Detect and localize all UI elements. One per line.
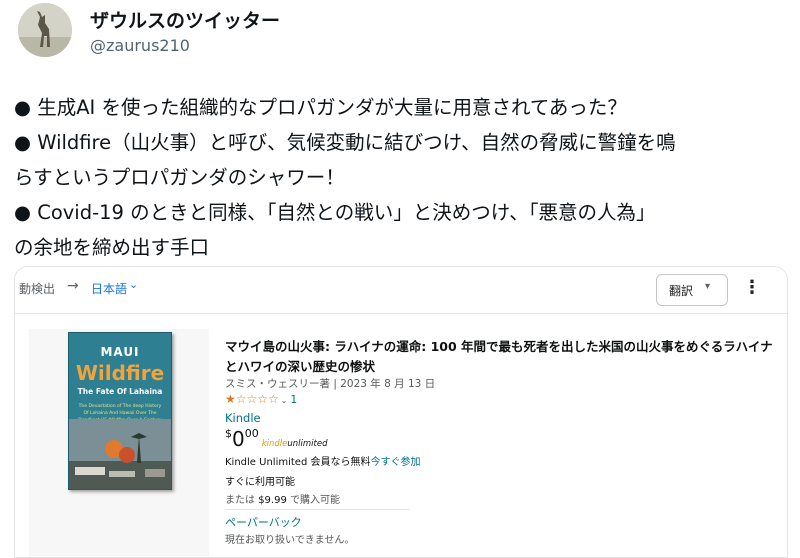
avatar[interactable] (18, 3, 72, 57)
join-now-link[interactable]: 今すぐ参加 (370, 457, 420, 468)
cover-top-text: MAUI (100, 345, 140, 359)
product-image-panel[interactable]: MAUI Wildfire The Fate Of Lahaina The De… (29, 329, 209, 557)
tweet-line: ● Covid-19 のときと同様、「自然との戦い」と決めつけ、「悪意の人為」 (14, 201, 656, 224)
tweet-line: の余地を締め出す手口 (14, 236, 210, 259)
deer-avatar-image (18, 3, 72, 57)
divider (225, 509, 410, 510)
format-link-paperback[interactable]: ペーパーバック (225, 514, 302, 530)
availability: すぐに利用可能 (225, 477, 295, 488)
paperback-status: 現在お取り扱いできません。 (225, 535, 355, 546)
translate-button[interactable]: 翻訳 ▾ (656, 274, 728, 306)
format-link-kindle[interactable]: Kindle (225, 411, 261, 425)
price-symbol: $ (225, 427, 232, 440)
chevron-down-icon[interactable]: ⌄ (129, 278, 138, 291)
display-name[interactable]: ザウルスのツイッター (90, 6, 280, 33)
kindle-unlimited-offer: Kindle Unlimited 会員なら無料今すぐ参加 (225, 453, 420, 468)
alt-purchase: または $9.99 で購入可能 (225, 495, 341, 506)
rating-count[interactable]: 1 (291, 394, 298, 406)
star-rating[interactable]: ★☆☆☆☆ ⌄ 1 (225, 392, 297, 406)
book-cover[interactable]: MAUI Wildfire The Fate Of Lahaina The De… (68, 332, 172, 490)
tweet-line: ● 生成AI を使った組織的なプロパガンダが大量に用意されてあった？ (14, 96, 627, 119)
kindle-unlimited-logo: kindleunlimited (261, 439, 328, 449)
user-handle[interactable]: @zaurus210 (90, 36, 190, 55)
alt-price-amount[interactable]: $9.99 (258, 495, 287, 506)
detect-language-label[interactable]: 動検出 (19, 280, 55, 297)
more-vert-icon[interactable]: ⋮ (743, 277, 761, 298)
target-language-select[interactable]: 日本語 (91, 280, 127, 297)
price-fraction: 00 (244, 427, 259, 440)
translate-button-label: 翻訳 (669, 284, 694, 298)
dropdown-arrow-icon: ▾ (705, 281, 711, 292)
chevron-down-icon: ⌄ (280, 396, 288, 405)
product-title-link[interactable]: マウイ島の山火事: ラハイナの運命: 100 年間で最も死者を出した米国の山火事… (225, 337, 781, 377)
tweet-line: らすというプロパガンダのシャワー！ (14, 166, 345, 189)
price-whole: 0 (232, 427, 245, 451)
arrow-right-icon: → (67, 278, 79, 294)
ku-text: Kindle Unlimited 会員なら無料 (225, 457, 371, 468)
price[interactable]: $000kindleunlimited (225, 427, 328, 451)
translate-toolbar: 動検出 → 日本語 ⌄ 翻訳 ▾ ⋮ (15, 267, 787, 314)
cover-title: Wildfire (75, 361, 165, 385)
cover-illustration (69, 419, 171, 489)
star-rating-icons: ★☆☆☆☆ (225, 392, 279, 406)
tweet-text: ● 生成AI を使った組織的なプロパガンダが大量に用意されてあった？ ● Wil… (14, 90, 794, 265)
embedded-screenshot[interactable]: 動検出 → 日本語 ⌄ 翻訳 ▾ ⋮ MAUI Wildfire The Fat… (14, 266, 788, 558)
tweet-line: ● Wildfire（山火事）と呼び、気候変動に結びつけ、自然の脅威に警鐘を鳴 (14, 131, 676, 154)
author-date: スミス・ウェスリー著 | 2023 年 8 月 13 日 (225, 378, 436, 390)
cover-subtitle: The Fate Of Lahaina (77, 387, 163, 396)
